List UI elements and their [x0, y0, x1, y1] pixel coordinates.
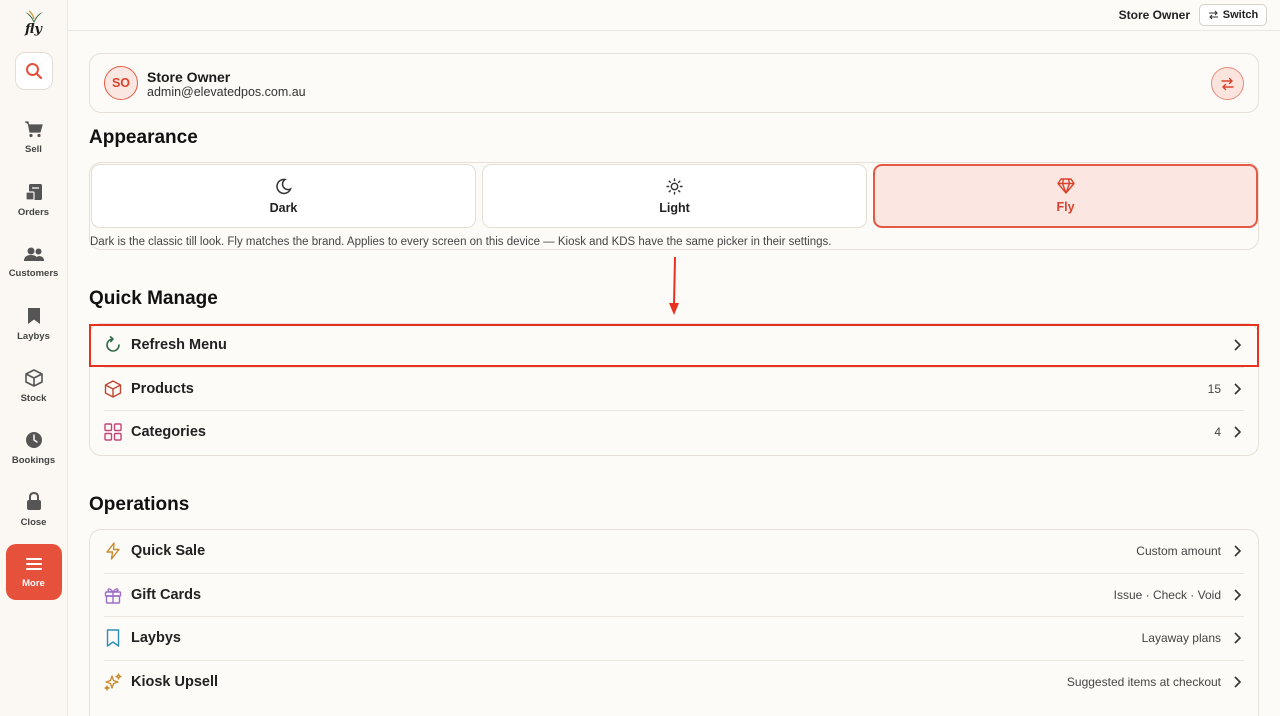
- bookmark-icon: [27, 307, 40, 324]
- sun-icon: [666, 177, 683, 195]
- row-refresh-menu[interactable]: Refresh Menu: [104, 324, 1244, 368]
- profile-email: admin@elevatedpos.com.au: [147, 85, 306, 99]
- lock-icon: [26, 492, 41, 510]
- chevron-right-icon: [1234, 676, 1242, 688]
- nav-item-customers[interactable]: Customers: [6, 234, 62, 290]
- gift-icon: [104, 587, 122, 604]
- row-value: 4: [1214, 425, 1221, 440]
- switch-user-button[interactable]: Switch: [1199, 4, 1267, 26]
- theme-option-fly[interactable]: Fly: [873, 164, 1258, 228]
- appearance-title: Appearance: [89, 127, 198, 148]
- orders-icon: [24, 183, 42, 201]
- nav-item-close[interactable]: Close: [6, 482, 62, 538]
- row-quick-sale[interactable]: Quick Sale Custom amount: [104, 530, 1244, 574]
- chevron-right-icon: [1234, 589, 1242, 601]
- chevron-right-icon: [1234, 339, 1242, 351]
- top-bar: Store Owner Switch: [68, 0, 1280, 31]
- nav-label: Sell: [25, 144, 42, 155]
- row-categories[interactable]: Categories 4: [104, 411, 1244, 455]
- clock-icon: [25, 431, 42, 448]
- nav-item-orders[interactable]: Orders: [6, 172, 62, 228]
- search-button[interactable]: [14, 52, 53, 90]
- theme-option-dark[interactable]: Dark: [91, 164, 476, 228]
- quick-manage-title: Quick Manage: [89, 288, 218, 309]
- quick-manage-list: Refresh Menu Products 15 Categories 4: [89, 323, 1259, 457]
- row-label: Gift Cards: [131, 586, 202, 603]
- operations-list: Quick Sale Custom amount Gift Cards Issu…: [89, 529, 1259, 716]
- customers-icon: [23, 247, 44, 261]
- cart-icon: [24, 121, 43, 138]
- moon-icon: [276, 178, 292, 194]
- row-value: Custom amount: [1136, 544, 1221, 558]
- swap-icon: [1221, 77, 1234, 90]
- switch-label: Switch: [1222, 9, 1259, 21]
- row-value: 15: [1207, 381, 1221, 396]
- theme-label: Fly: [1056, 200, 1075, 214]
- diamond-icon: [1056, 178, 1075, 194]
- nav-label: Orders: [17, 206, 50, 218]
- row-label: Categories: [131, 424, 206, 441]
- fly-logo: fly: [14, 10, 54, 42]
- bookmark-icon: [106, 629, 120, 648]
- nav-item-sell[interactable]: Sell: [6, 110, 62, 166]
- row-laybys[interactable]: Laybys Layaway plans: [104, 617, 1244, 662]
- profile-card: SO Store Owner admin@elevatedpos.com.au: [89, 53, 1259, 113]
- lightning-icon: [106, 542, 120, 560]
- swap-icon: [1208, 10, 1218, 20]
- row-value: Layaway plans: [1141, 631, 1221, 646]
- row-label: Kiosk Upsell: [131, 674, 219, 691]
- nav-item-bookings[interactable]: Bookings: [6, 420, 62, 476]
- row-value: Issue · Check · Void: [1113, 587, 1221, 602]
- appearance-card: Dark Light Fly Dark is the classic till …: [89, 162, 1259, 250]
- nav-label: Customers: [8, 267, 59, 279]
- search-icon: [25, 63, 42, 80]
- grid-icon: [104, 423, 122, 442]
- chevron-right-icon: [1234, 426, 1242, 438]
- profile-switch-button[interactable]: [1211, 67, 1244, 100]
- operations-title: Operations: [89, 494, 190, 515]
- box-icon: [24, 368, 43, 387]
- theme-label: Dark: [269, 200, 298, 215]
- row-label: Products: [131, 380, 194, 397]
- annotation-arrow: [669, 257, 679, 315]
- chevron-right-icon: [1234, 383, 1242, 395]
- nav-label: Laybys: [17, 330, 50, 342]
- row-label: Laybys: [131, 630, 181, 647]
- nav-item-laybys[interactable]: Laybys: [6, 296, 62, 352]
- row-label: Refresh Menu: [131, 337, 227, 353]
- logo-text: fly: [24, 22, 42, 37]
- nav-label: Close: [20, 517, 47, 528]
- row-label: Quick Sale: [131, 543, 206, 559]
- row-products[interactable]: Products 15: [104, 368, 1244, 412]
- row-kiosk-upsell[interactable]: Kiosk Upsell Suggested items at checkout: [104, 661, 1244, 705]
- profile-name: Store Owner: [147, 69, 231, 85]
- cube-icon: [104, 379, 122, 398]
- row-gift-cards[interactable]: Gift Cards Issue · Check · Void: [104, 574, 1244, 618]
- row-value: Suggested items at checkout: [1066, 675, 1221, 690]
- theme-label: Light: [659, 200, 690, 215]
- avatar: SO: [104, 66, 138, 100]
- menu-icon: [25, 557, 42, 570]
- nav-item-more[interactable]: More: [5, 544, 62, 600]
- nav-item-stock[interactable]: Stock: [6, 358, 62, 414]
- nav-label: Stock: [20, 392, 47, 404]
- nav-label: More: [22, 577, 45, 589]
- sidebar: fly Sell Orders Customers Laybys Stock B…: [0, 0, 68, 716]
- current-user-label: Store Owner: [1118, 8, 1190, 22]
- sparkles-icon: [104, 673, 122, 691]
- theme-option-light[interactable]: Light: [482, 164, 867, 228]
- chevron-right-icon: [1234, 632, 1242, 644]
- appearance-note: Dark is the classic till look. Fly match…: [90, 236, 832, 248]
- refresh-icon: [106, 336, 120, 352]
- chevron-right-icon: [1234, 545, 1242, 557]
- nav-label: Bookings: [11, 454, 56, 466]
